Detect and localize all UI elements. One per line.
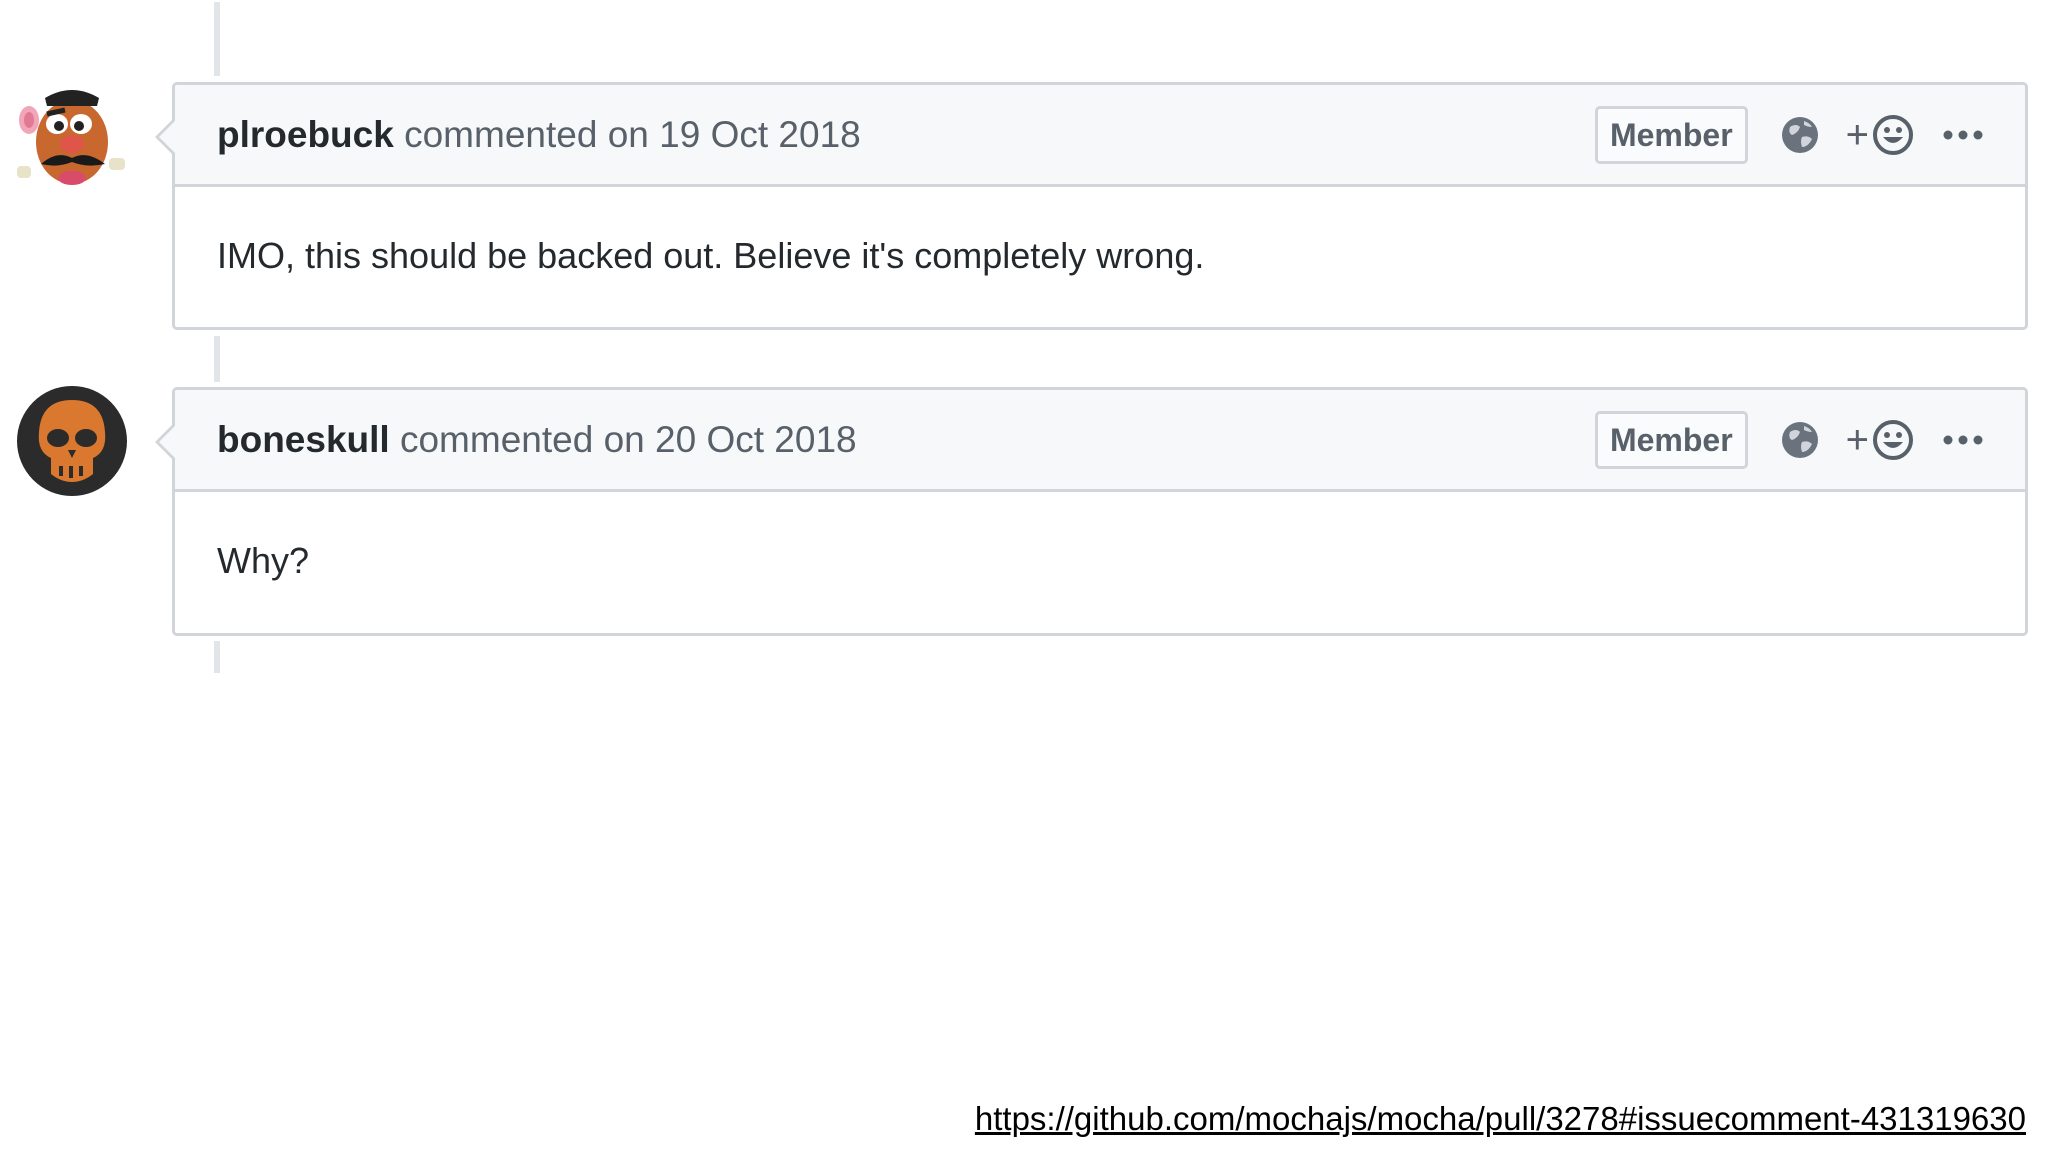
member-badge: Member (1594, 105, 1748, 164)
kebab-horizontal-icon[interactable] (1941, 433, 1985, 447)
avatar[interactable] (17, 80, 127, 190)
comment-header: plroebuck commented on 19 Oct 2018 Membe… (175, 85, 2025, 187)
kebab-horizontal-icon[interactable] (1941, 128, 1985, 142)
comment-pointer-fill (159, 120, 176, 154)
comment-body: IMO, this should be backed out. Believe … (217, 234, 1205, 276)
comment-card: boneskull commented on 20 Oct 2018 Membe… (155, 387, 2028, 636)
smiley-icon (1873, 419, 1913, 460)
header-actions: Member + (1594, 410, 1985, 469)
add-reaction-button[interactable]: + (1846, 113, 1915, 157)
timeline-line-top (214, 2, 220, 76)
comment-meta: boneskull commented on 20 Oct 2018 (217, 419, 857, 461)
orange-skull-avatar-icon (17, 386, 127, 496)
comment-meta: plroebuck commented on 19 Oct 2018 (217, 114, 861, 156)
avatar[interactable] (17, 386, 127, 496)
comment-timestamp[interactable]: commented on 19 Oct 2018 (404, 114, 861, 155)
comment-pointer-fill (159, 425, 176, 459)
comment-header: boneskull commented on 20 Oct 2018 Membe… (175, 390, 2025, 492)
author-link[interactable]: boneskull (217, 419, 390, 460)
comment-card: plroebuck commented on 19 Oct 2018 Membe… (155, 82, 2028, 330)
mr-potato-head-avatar-icon (17, 80, 127, 190)
comment-body: Why? (217, 539, 310, 581)
timeline-line-bottom (214, 641, 220, 673)
plus-icon: + (1845, 112, 1869, 157)
globe-icon[interactable] (1778, 418, 1822, 462)
author-link[interactable]: plroebuck (217, 114, 394, 155)
source-url-link[interactable]: https://github.com/mochajs/mocha/pull/32… (975, 1100, 2026, 1138)
timeline-line-middle (214, 336, 220, 382)
plus-icon: + (1845, 417, 1869, 462)
comment-timestamp[interactable]: commented on 20 Oct 2018 (400, 419, 857, 460)
smiley-icon (1873, 114, 1913, 155)
globe-icon[interactable] (1778, 113, 1822, 157)
member-badge: Member (1594, 410, 1748, 469)
add-reaction-button[interactable]: + (1846, 418, 1915, 462)
header-actions: Member + (1594, 105, 1985, 164)
